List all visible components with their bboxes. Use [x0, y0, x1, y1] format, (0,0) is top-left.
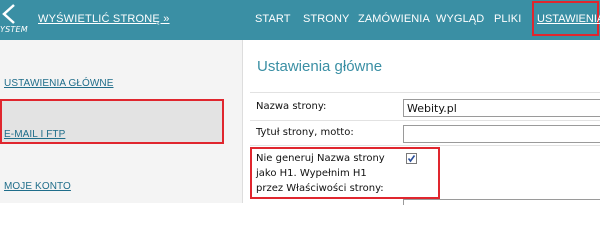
nav-wyglad[interactable]: WYGLĄD: [436, 13, 484, 25]
divider: [250, 92, 600, 93]
h1-option-label: Nie generuj Nazwa strony jako H1. Wypełn…: [256, 153, 385, 194]
site-title-input[interactable]: [403, 125, 600, 143]
logo-text: YSTEM: [0, 25, 28, 34]
view-site-link[interactable]: WYŚWIETLIĆ STRONĘ »: [38, 13, 170, 25]
logo-chevron-icon: [2, 4, 15, 24]
site-name-input[interactable]: Webity.pl: [403, 99, 600, 117]
sidebar-item-moje-konto[interactable]: MOJE KONTO: [4, 181, 71, 192]
top-navigation-bar: YSTEM WYŚWIETLIĆ STRONĘ » START STRONY Z…: [0, 0, 600, 40]
next-field-input[interactable]: [403, 199, 600, 205]
checkmark-icon: [407, 155, 416, 163]
sidebar-item-email-ftp[interactable]: E-MAIL I FTP: [4, 129, 65, 140]
system-logo[interactable]: YSTEM: [0, 0, 28, 40]
h1-option-checkbox[interactable]: [406, 153, 417, 164]
divider: [250, 145, 600, 146]
nav-strony[interactable]: STRONY: [303, 13, 349, 25]
nav-start[interactable]: START: [255, 13, 291, 25]
page-title: Ustawienia główne: [257, 58, 383, 75]
sidebar: USTAWIENIA GŁÓWNE E-MAIL I FTP MOJE KONT…: [0, 40, 243, 203]
divider: [250, 120, 600, 121]
nav-ustawienia[interactable]: USTAWIENIA: [537, 13, 600, 25]
site-title-label: Tytuł strony, motto:: [256, 127, 354, 138]
nav-zamowienia[interactable]: ZAMÓWIENIA: [358, 13, 430, 25]
site-name-label: Nazwa strony:: [256, 101, 327, 112]
nav-pliki[interactable]: PLIKI: [494, 13, 521, 25]
sidebar-item-ustawienia-glowne[interactable]: USTAWIENIA GŁÓWNE: [4, 78, 114, 89]
